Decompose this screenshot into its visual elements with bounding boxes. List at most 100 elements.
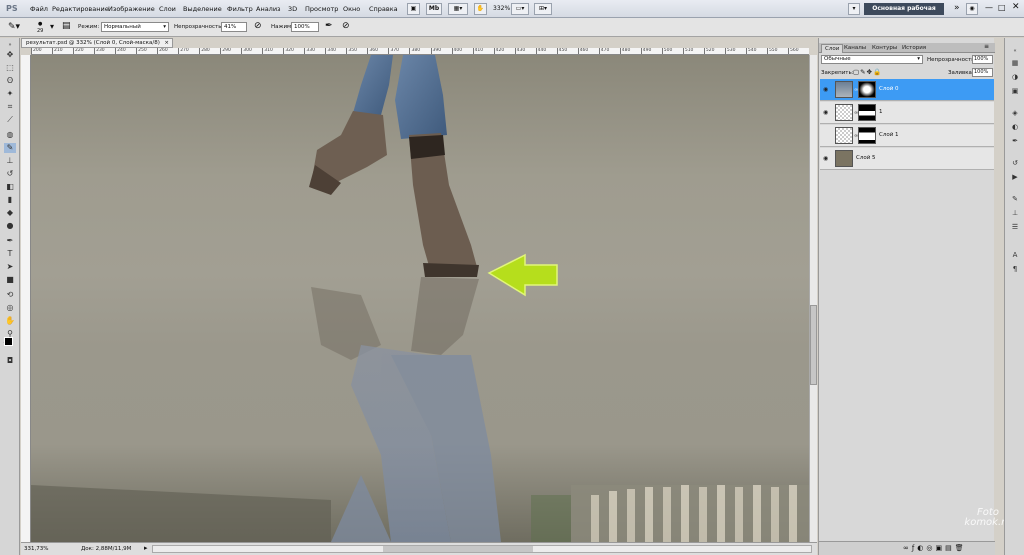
hand-icon[interactable]: ✋ [474,3,487,15]
dropdown-icon[interactable]: ▾ [848,3,860,15]
3d-orbit-tool-icon[interactable]: ◎ [4,303,16,313]
layer-row[interactable]: ∞ Слой 1 [820,125,994,147]
tablet-size-icon[interactable]: ⊘ [342,21,350,31]
marquee-tool-icon[interactable]: ⬚ [4,63,16,73]
minimize-icon[interactable]: — [985,3,993,12]
layer-row[interactable]: ◉ Слой 5 [820,148,994,170]
crop-tool-icon[interactable]: ⌗ [4,102,16,112]
dodge-tool-icon[interactable]: ● [4,221,16,231]
tab-history[interactable]: История [899,44,929,53]
menu-layers[interactable]: Слои [159,5,176,13]
close-document-icon[interactable]: × [164,39,169,47]
3d-rotate-tool-icon[interactable]: ⟲ [4,290,16,300]
layer-name[interactable]: 1 [879,109,883,115]
actions-panel-icon[interactable]: ▶ [1009,172,1021,183]
layer-mask-thumbnail[interactable] [858,127,876,144]
menu-analysis[interactable]: Анализ [256,5,281,13]
layer-mask-thumbnail[interactable] [858,81,876,98]
brush-size[interactable]: 29 [37,28,43,34]
opacity-field[interactable]: 41% [221,22,247,32]
workspace-button[interactable]: Основная рабочая среда [864,3,944,24]
paths-panel-icon[interactable]: ✒ [1009,136,1021,147]
blend-mode-select[interactable]: Обычные ▾ [821,55,923,64]
brush-picker-icon[interactable]: ▾ [50,22,54,31]
brush-tool-icon[interactable]: ✎▾ [8,22,20,32]
brushes-panel-icon[interactable]: ✎ [1009,194,1021,205]
airbrush-icon[interactable]: ✒ [325,21,333,31]
ruler-left[interactable] [21,55,31,542]
arrange-icon[interactable]: ⊞▾ [534,3,552,15]
fill-field[interactable]: 100% [972,68,993,77]
eraser-tool-icon[interactable]: ◧ [4,182,16,192]
maximize-icon[interactable]: □ [998,3,1006,12]
layer-opacity-field[interactable]: 100% [972,55,993,64]
move-tool-icon[interactable]: ✥ [4,50,16,60]
paragraph-panel-icon[interactable]: ¶ [1009,264,1021,275]
visibility-off-slot[interactable] [823,132,831,139]
adjustments-icon[interactable]: ◑ [1009,72,1021,83]
gradient-tool-icon[interactable]: ▮ [4,195,16,205]
menu-help[interactable]: Справка [369,5,398,13]
layer-row[interactable]: ◉ ∞ 1 [820,102,994,124]
layer-name[interactable]: Слой 5 [856,155,876,161]
eyedropper-tool-icon[interactable]: ⟋ [4,115,16,125]
channels-panel-icon[interactable]: ◐ [1009,122,1021,133]
menu-3d[interactable]: 3D [288,5,297,13]
mode-select[interactable]: Нормальный ▾ [101,22,169,32]
visibility-eye-icon[interactable]: ◉ [823,86,831,93]
menu-view[interactable]: Просмотр [305,5,338,13]
zoom-readout[interactable]: 332% [493,5,510,12]
character-panel-icon[interactable]: A [1009,250,1021,261]
menu-select[interactable]: Выделение [183,5,222,13]
tab-channels[interactable]: Каналы [841,44,869,53]
horizontal-scrollbar[interactable] [152,545,812,553]
quick-select-tool-icon[interactable]: ✦ [4,89,16,99]
clone-source-icon[interactable]: ⊥ [1009,208,1021,219]
brush-panel-icon[interactable]: ▤ [62,21,71,31]
extras-icon[interactable]: ▦▾ [448,3,468,15]
history-panel-icon[interactable]: ↺ [1009,158,1021,169]
document-tab[interactable]: результат.psd @ 332% (Слой 0, Слой-маска… [21,38,173,48]
panel-menu-icon[interactable]: ≡ [984,43,989,50]
lasso-tool-icon[interactable]: ʘ [4,76,16,86]
layer-row[interactable]: ◉ ∞ Слой 0 [820,79,994,101]
visibility-eye-icon[interactable]: ◉ [823,155,831,162]
layers-footer-icons[interactable]: ∞ƒ◐◎▣▤🗑 [819,541,995,555]
styles-panel-icon[interactable]: ▣ [1009,86,1021,97]
blur-tool-icon[interactable]: ◆ [4,208,16,218]
screen-mode-icon[interactable]: ▭▾ [511,3,529,15]
menu-filter[interactable]: Фильтр [227,5,253,13]
h-scroll-thumb[interactable] [383,546,533,552]
more-workspaces[interactable]: » [954,3,960,13]
status-menu-icon[interactable]: ▸ [144,544,148,552]
menu-image[interactable]: Изображение [108,5,155,13]
zoom-status[interactable]: 331,73% [24,546,48,552]
vertical-scrollbar[interactable] [809,55,817,542]
ruler-top[interactable]: 200 210 220 230 240 250 260 270 280 290 300 310 320 3… [31,48,809,55]
layer-name[interactable]: Слой 0 [879,86,899,92]
stamp-tool-icon[interactable]: ⊥ [4,156,16,166]
lock-icons[interactable]: ▢✎✥🔒 [853,68,882,76]
menu-file[interactable]: Файл [30,5,48,13]
path-select-tool-icon[interactable]: ➤ [4,262,16,272]
layer-mask-thumbnail[interactable] [858,104,876,121]
foreground-color-swatch[interactable] [4,337,13,346]
hand-tool-icon[interactable]: ✋ [4,316,16,326]
scroll-thumb[interactable] [810,305,817,385]
tablet-opacity-icon[interactable]: ⊘ [254,21,262,31]
mini-bridge-button[interactable]: Mb [426,3,442,15]
quick-mask-icon[interactable]: ◘ [4,356,16,366]
brush-preset-icon[interactable]: ● [38,21,42,27]
document-canvas[interactable] [31,55,809,542]
tab-layers[interactable]: Слои [821,44,844,53]
tab-paths[interactable]: Контуры [869,44,900,53]
menu-edit[interactable]: Редактирование [52,5,109,13]
brush-tool-icon[interactable]: ✎ [4,143,16,153]
bridge-icon[interactable]: ▣ [407,3,420,15]
color-panel-icon[interactable]: ▦ [1009,58,1021,69]
close-icon[interactable]: ✕ [1012,2,1020,12]
visibility-eye-icon[interactable]: ◉ [823,109,831,116]
type-tool-icon[interactable]: T [4,249,16,259]
shape-tool-icon[interactable]: ■ [4,275,16,285]
layers-panel-icon[interactable]: ◈ [1009,108,1021,119]
